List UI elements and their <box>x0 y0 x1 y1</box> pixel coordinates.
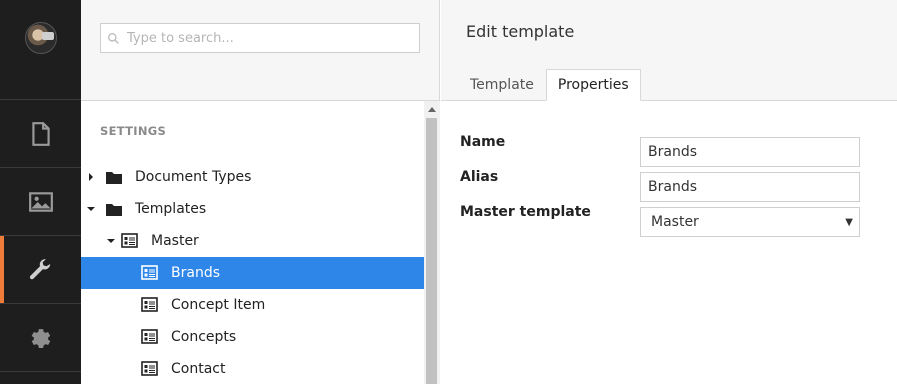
tree-scrollbar[interactable] <box>424 101 440 384</box>
name-label: Name <box>460 134 506 150</box>
tree-node-concepts[interactable]: Concepts <box>81 321 424 353</box>
tree-node-concept-item[interactable]: Concept Item <box>81 289 424 321</box>
template-icon <box>121 233 139 249</box>
alias-label: Alias <box>460 169 499 185</box>
search-box[interactable] <box>100 23 420 53</box>
caret-down-icon[interactable] <box>86 204 96 214</box>
avatar-container <box>0 0 81 100</box>
section-label: SETTINGS <box>100 124 167 138</box>
search-icon <box>107 32 119 44</box>
image-icon <box>28 191 53 212</box>
caret-right-icon[interactable] <box>86 172 96 182</box>
tree-node-contact[interactable]: Contact <box>81 353 424 384</box>
tree-node-brands[interactable]: Brands <box>81 257 424 289</box>
rail-item-media[interactable] <box>0 168 81 236</box>
tree-node-label: Concept Item <box>171 297 266 313</box>
tree-node-label: Brands <box>171 265 220 281</box>
rail-item-content[interactable] <box>0 100 81 168</box>
editor-tabs: Template Properties <box>458 69 641 101</box>
tree-node-templates[interactable]: Templates <box>81 193 424 225</box>
name-field[interactable] <box>640 137 860 167</box>
avatar[interactable] <box>24 22 57 54</box>
template-icon <box>141 265 159 281</box>
scrollbar-thumb[interactable] <box>426 118 437 384</box>
tree-body: SETTINGS Document Types Templates Master… <box>81 101 424 384</box>
alias-field[interactable] <box>640 172 860 202</box>
folder-icon <box>105 169 123 185</box>
tab-properties[interactable]: Properties <box>545 69 641 101</box>
tree-node-label: Templates <box>135 201 207 217</box>
master-template-value: Master <box>651 214 699 230</box>
template-icon <box>141 329 159 345</box>
tree-header <box>81 0 439 101</box>
folder-icon <box>105 201 123 217</box>
app-rail <box>0 0 81 384</box>
scroll-up-arrow-icon[interactable] <box>424 101 440 117</box>
master-template-select[interactable]: Master ▼ <box>640 207 860 237</box>
page-title: Edit template <box>466 22 575 41</box>
rail-item-developer[interactable] <box>0 304 81 372</box>
template-icon <box>141 297 159 313</box>
document-icon <box>31 121 50 146</box>
tree-node-master[interactable]: Master <box>81 225 424 257</box>
tree-node-label: Document Types <box>135 169 252 185</box>
tab-template[interactable]: Template <box>458 69 546 101</box>
wrench-icon <box>29 258 50 279</box>
caret-down-icon[interactable] <box>106 236 116 246</box>
tree-node-label: Concepts <box>171 329 237 345</box>
dropdown-arrow-icon: ▼ <box>845 217 853 228</box>
editor-panel: Edit template Template Properties Name A… <box>441 0 897 384</box>
template-icon <box>141 361 159 377</box>
search-input[interactable] <box>127 30 407 46</box>
tree-node-label: Master <box>151 233 199 249</box>
tree-node-document-types[interactable]: Document Types <box>81 161 424 193</box>
editor-header: Edit template Template Properties <box>441 0 897 101</box>
tree-panel: SETTINGS Document Types Templates <box>81 0 440 384</box>
rail-item-settings[interactable] <box>0 236 81 304</box>
tree-node-label: Contact <box>171 361 226 377</box>
gear-icon <box>31 328 50 348</box>
master-template-label: Master template <box>460 204 591 220</box>
